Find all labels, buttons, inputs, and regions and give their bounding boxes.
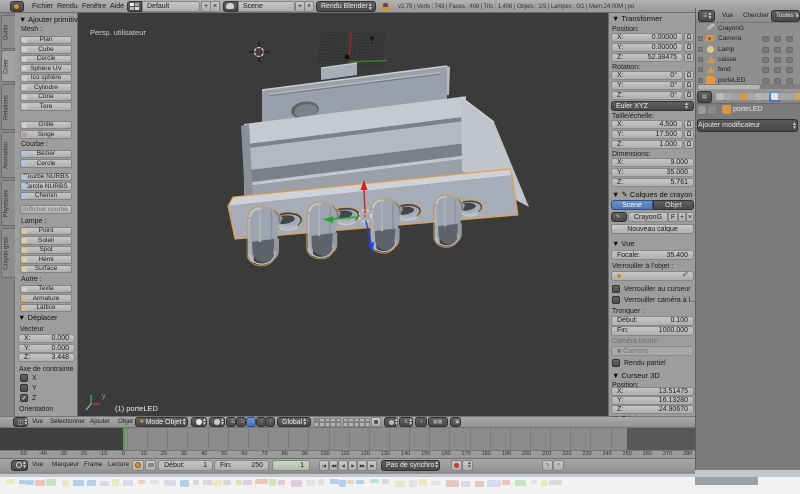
svg-text:y: y — [102, 393, 106, 400]
